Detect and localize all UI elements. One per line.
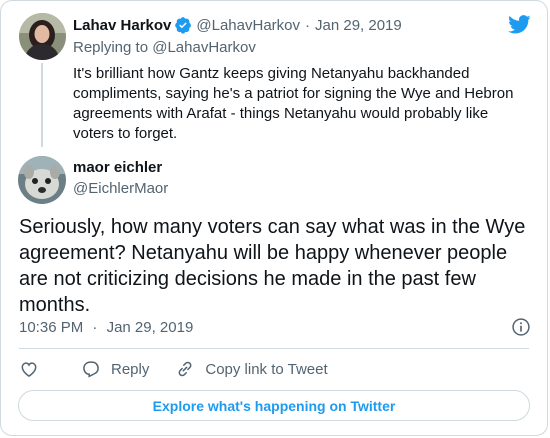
copy-link-button[interactable]: Copy link to Tweet <box>175 359 328 379</box>
replying-prefix: Replying to <box>73 39 149 56</box>
action-bar: Reply Copy link to Tweet <box>19 359 354 379</box>
parent-tweet-header: Lahav Harkov @LahavHarkov · Jan 29, 2019 <box>73 16 402 34</box>
replying-to-line: Replying to @LahavHarkov <box>73 39 256 56</box>
tweet-text: Seriously, how many voters can say what … <box>19 216 526 316</box>
link-icon <box>178 361 192 377</box>
author-handle[interactable]: @EichlerMaor <box>73 180 168 197</box>
parent-author-name[interactable]: Lahav Harkov <box>73 17 171 34</box>
avatar[interactable] <box>19 13 66 60</box>
verified-badge-icon <box>175 17 192 34</box>
embedded-tweet-card: Lahav Harkov @LahavHarkov · Jan 29, 2019… <box>0 0 548 436</box>
thread-connector-line <box>41 63 43 147</box>
tweet-timestamp[interactable]: 10:36 PM · Jan 29, 2019 <box>19 319 193 336</box>
parent-tweet-text: It's brilliant how Gantz keeps giving Ne… <box>73 65 514 142</box>
avatar-image <box>19 13 66 60</box>
parent-author-handle[interactable]: @LahavHarkov <box>196 17 300 34</box>
separator-dot: · <box>92 319 98 336</box>
reply-label: Reply <box>111 360 150 378</box>
divider <box>19 348 529 349</box>
reply-button[interactable]: Reply <box>81 359 149 379</box>
like-button[interactable] <box>19 359 39 379</box>
tweet-time: 10:36 PM <box>19 319 84 336</box>
separator-dot: · <box>305 16 310 34</box>
replying-to-handle[interactable]: @LahavHarkov <box>152 39 256 56</box>
tweet-date: Jan 29, 2019 <box>106 319 194 336</box>
explore-button[interactable]: Explore what's happening on Twitter <box>18 390 530 421</box>
reply-icon <box>83 361 99 378</box>
twitter-bird-icon[interactable] <box>508 15 531 34</box>
info-icon[interactable] <box>511 317 531 337</box>
avatar[interactable] <box>18 156 66 204</box>
copy-link-label: Copy link to Tweet <box>205 360 328 378</box>
parent-date[interactable]: Jan 29, 2019 <box>315 17 402 34</box>
heart-icon <box>21 362 37 377</box>
author-name[interactable]: maor eichler <box>73 159 162 176</box>
avatar-image <box>18 156 66 204</box>
